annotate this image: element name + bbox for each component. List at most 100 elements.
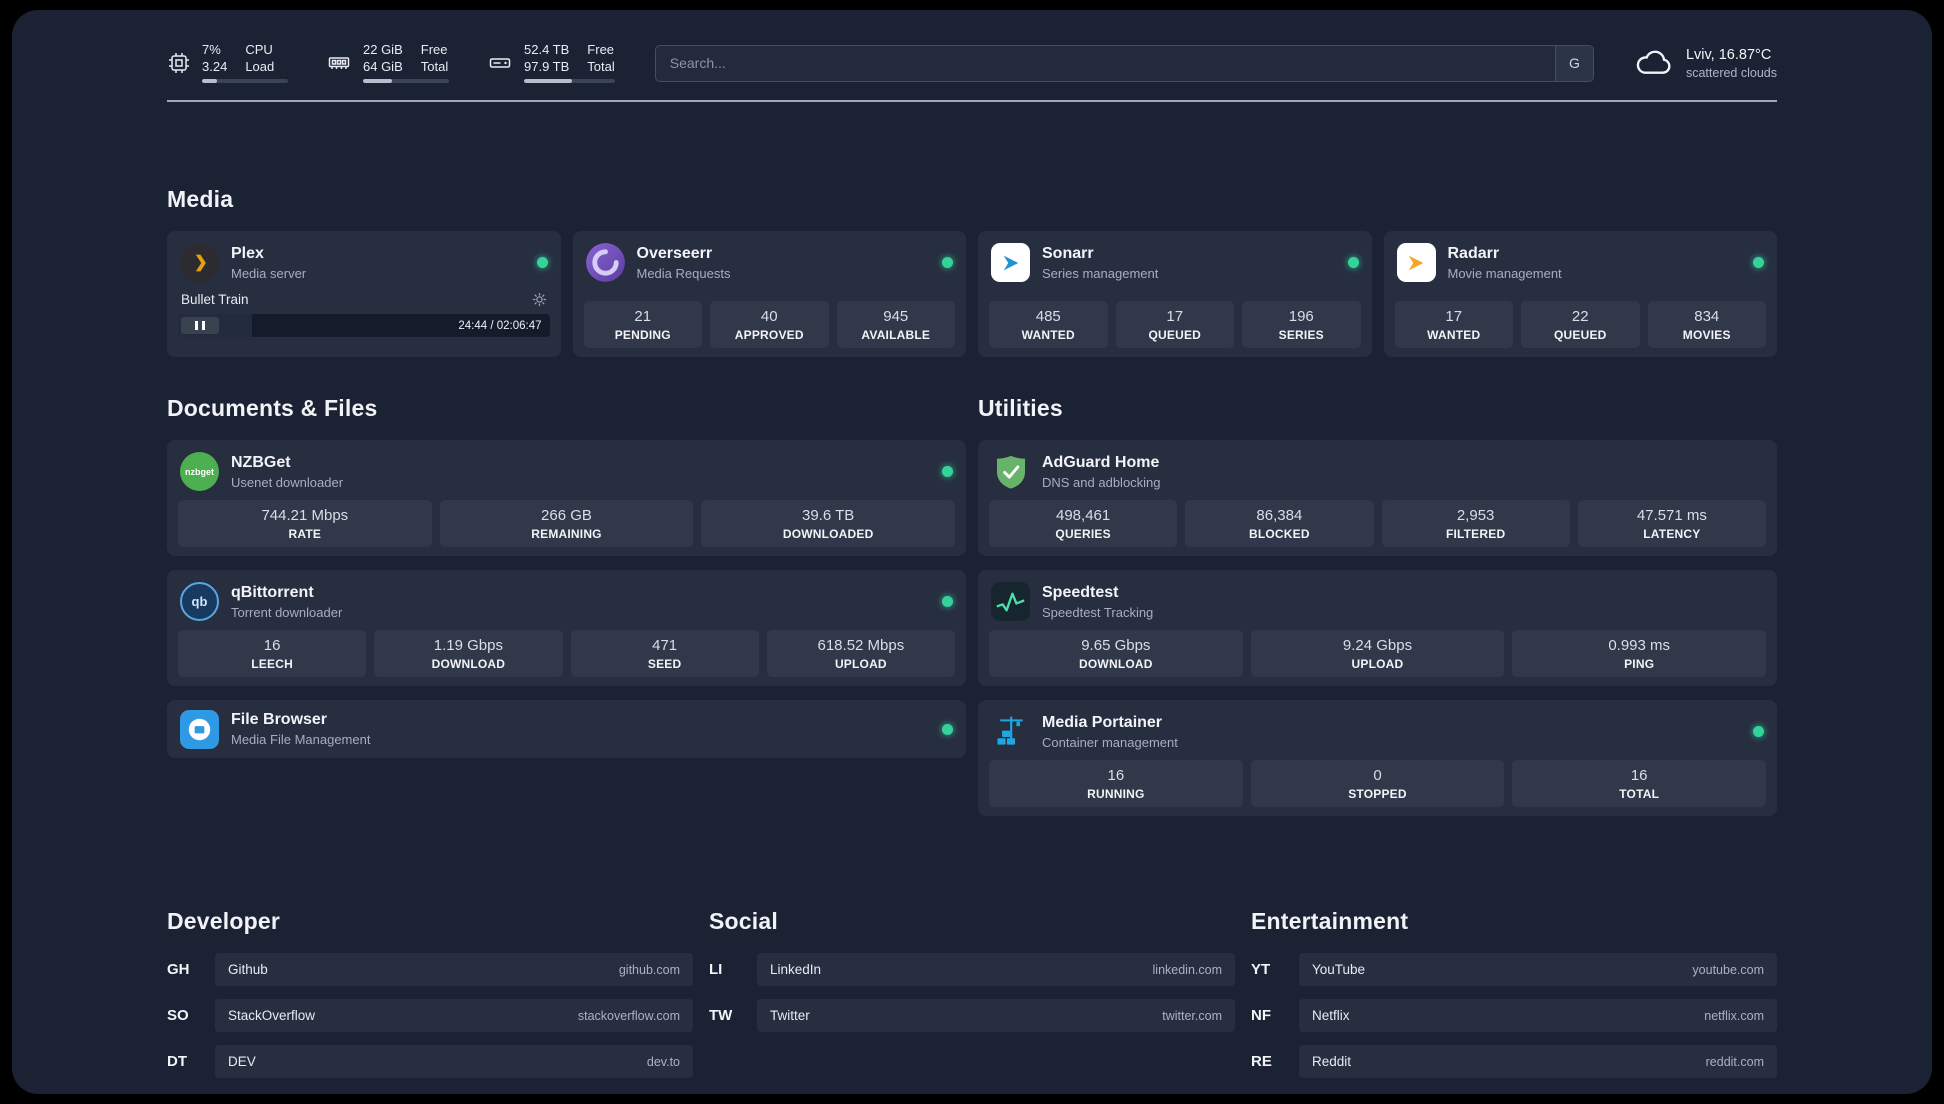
cpu-load: 3.24 [202, 58, 228, 74]
sonarr-card[interactable]: Sonarr Series management 485 WANTED 17 Q… [978, 231, 1372, 357]
nzbget-stats: 744.21 Mbps RATE 266 GB REMAINING 39.6 T… [178, 500, 955, 547]
filebrowser-card[interactable]: File Browser Media File Management [167, 700, 966, 758]
stat-value: 1.19 Gbps [433, 637, 503, 654]
stat-label: WANTED [1427, 328, 1481, 342]
stat-label: LEECH [251, 657, 293, 671]
stat-approved: 40 APPROVED [710, 301, 829, 348]
stat-value: 498,461 [1056, 507, 1111, 524]
bookmark-link-twitter[interactable]: Twitter twitter.com [757, 999, 1235, 1032]
bookmark-group-social: Social LI LinkedIn linkedin.com TW Twitt… [709, 908, 1235, 1078]
memory-total: 64 GiB [363, 58, 403, 74]
nzbget-icon: nzbget [180, 452, 219, 491]
stat-wanted: 485 WANTED [989, 301, 1108, 348]
stat-label: DOWNLOAD [1079, 657, 1153, 671]
now-playing-title: Bullet Train [181, 292, 249, 307]
disk-progress-fill [524, 79, 573, 84]
overseerr-header[interactable]: Overseerr Media Requests [584, 240, 956, 291]
adguard-stats: 498,461 QUERIES 86,384 BLOCKED 2,953 FIL… [989, 500, 1766, 547]
stat-label: QUERIES [1055, 527, 1111, 541]
bookmark-name: LinkedIn [770, 962, 822, 977]
bookmark-link-reddit[interactable]: Reddit reddit.com [1299, 1045, 1777, 1078]
stat-value: 2,953 [1456, 507, 1495, 524]
bookmark-name: DEV [228, 1054, 256, 1069]
bookmark-link-netflix[interactable]: Netflix netflix.com [1299, 999, 1777, 1032]
playback-progress-bar[interactable]: 24:44 / 02:06:47 [178, 314, 550, 337]
speedtest-header[interactable]: Speedtest Speedtest Tracking [989, 579, 1766, 630]
cpu-progress-track [202, 79, 288, 84]
dashboard: 7% 3.24 CPU Load 22 GiB 64 GiB Free Tota… [12, 10, 1932, 1094]
plex-header[interactable]: Plex Media server [178, 240, 550, 291]
status-dot [942, 596, 953, 607]
stat-label: APPROVED [734, 328, 804, 342]
app-name: Plex [231, 244, 264, 262]
stat-label: WANTED [1021, 328, 1075, 342]
cpu-icon [167, 51, 191, 75]
section-title-social: Social [709, 908, 778, 934]
overseerr-card[interactable]: Overseerr Media Requests 21 PENDING 40 A… [572, 231, 966, 357]
bookmark-link-github[interactable]: Github github.com [215, 953, 693, 986]
stat-pending: 21 PENDING [583, 301, 702, 348]
stat-label: STOPPED [1348, 787, 1407, 801]
disk-free: 52.4 TB [524, 41, 570, 57]
status-dot [942, 466, 953, 477]
stat-value: 16 [1107, 767, 1125, 784]
stat-value: 21 [634, 308, 652, 325]
stat-label: FILTERED [1445, 527, 1506, 541]
bookmark-name: Twitter [770, 1008, 810, 1023]
sonarr-header[interactable]: Sonarr Series management [989, 240, 1361, 291]
plex-icon [180, 243, 219, 282]
app-name: Speedtest [1042, 583, 1119, 601]
gear-icon[interactable] [532, 292, 547, 307]
disk-progress-track [524, 79, 615, 84]
pause-button[interactable] [181, 317, 219, 334]
speedtest-card[interactable]: Speedtest Speedtest Tracking 9.65 Gbps D… [978, 570, 1777, 686]
search-input[interactable] [654, 44, 1594, 82]
nzbget-icon-text: nzbget [185, 466, 214, 477]
bookmark-link-stackoverflow[interactable]: StackOverflow stackoverflow.com [215, 999, 693, 1032]
qbittorrent-icon: qb [180, 582, 219, 621]
bookmark-link-dev[interactable]: DEV dev.to [215, 1045, 693, 1078]
nzbget-card[interactable]: nzbget NZBGet Usenet downloader 744.21 M… [167, 440, 966, 556]
portainer-card[interactable]: Media Portainer Container management 16 … [978, 700, 1777, 816]
app-description: Media server [231, 265, 307, 281]
cloud-icon [1634, 45, 1674, 82]
qbittorrent-card[interactable]: qb qBittorrent Torrent downloader 16 LEE… [167, 570, 966, 686]
stat-label: MOVIES [1682, 328, 1731, 342]
stat-value: 16 [263, 637, 281, 654]
bookmark-domain: github.com [618, 962, 680, 977]
bookmark-link-linkedin[interactable]: LinkedIn linkedin.com [757, 953, 1235, 986]
stat-value: 39.6 TB [802, 507, 855, 524]
stat-ping: 0.993 ms PING [1512, 630, 1766, 677]
plex-card[interactable]: Plex Media server Bullet Train 24:44 / 0… [167, 231, 561, 357]
section-title-entertainment: Entertainment [1251, 908, 1409, 934]
adguard-card[interactable]: AdGuard Home DNS and adblocking 498,461 … [978, 440, 1777, 556]
portainer-header[interactable]: Media Portainer Container management [989, 709, 1766, 760]
nzbget-header[interactable]: nzbget NZBGet Usenet downloader [178, 449, 955, 500]
section-title-utilities: Utilities [978, 395, 1063, 421]
radarr-header[interactable]: Radarr Movie management [1395, 240, 1767, 291]
stat-movies: 834 MOVIES [1647, 301, 1766, 348]
disk-label-top: Free [587, 41, 615, 57]
bookmark-abbr: DT [167, 1053, 187, 1070]
app-description: Torrent downloader [231, 604, 343, 620]
radarr-card[interactable]: Radarr Movie management 17 WANTED 22 QUE… [1383, 231, 1777, 357]
app-name: Overseerr [636, 244, 713, 262]
section-title-developer: Developer [167, 908, 281, 934]
system-stats: 7% 3.24 CPU Load 22 GiB 64 GiB Free Tota… [167, 41, 615, 84]
stat-value: 945 [883, 308, 909, 325]
stat-label: TOTAL [1619, 787, 1660, 801]
filebrowser-header[interactable]: File Browser Media File Management [178, 709, 955, 749]
stat-value: 834 [1694, 308, 1720, 325]
stat-value: 0.993 ms [1608, 637, 1671, 654]
app-description: DNS and adblocking [1042, 474, 1161, 490]
overseerr-icon [585, 243, 625, 282]
bookmark-domain: linkedin.com [1152, 962, 1222, 977]
search-bar: G [654, 44, 1594, 82]
qbittorrent-header[interactable]: qb qBittorrent Torrent downloader [178, 579, 955, 630]
search-engine-button[interactable]: G [1554, 45, 1593, 81]
adguard-header[interactable]: AdGuard Home DNS and adblocking [989, 449, 1766, 500]
memory-free: 22 GiB [363, 41, 403, 57]
bookmark-group-entertainment: Entertainment YT YouTube youtube.com NF … [1251, 908, 1777, 1078]
app-name: qBittorrent [231, 583, 314, 601]
bookmark-link-youtube[interactable]: YouTube youtube.com [1299, 953, 1777, 986]
